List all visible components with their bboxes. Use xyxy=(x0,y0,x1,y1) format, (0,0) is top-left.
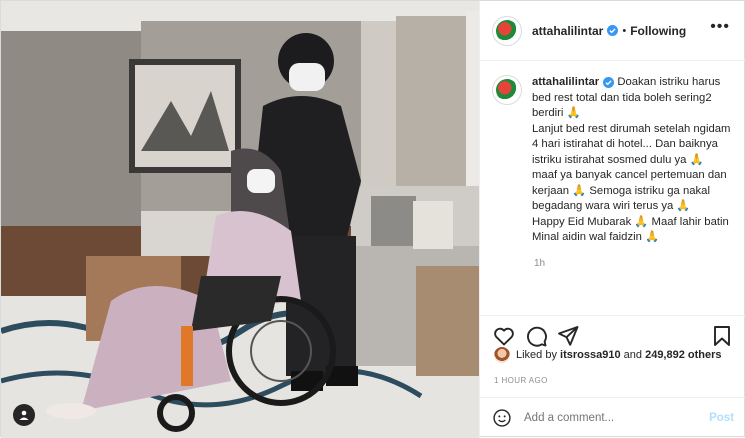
share-send-icon[interactable] xyxy=(556,324,580,348)
caption-line-3: maaf ya banyak cancel pertemuan dan kerj… xyxy=(532,169,727,212)
save-bookmark-icon[interactable] xyxy=(710,324,734,348)
liker-username[interactable]: itsrossa910 xyxy=(560,349,621,361)
caption-avatar[interactable] xyxy=(492,75,522,105)
comments-section: attahalilintar Doakan istriku harus bed … xyxy=(480,61,745,311)
comment-bubble-icon[interactable] xyxy=(524,324,548,348)
likes-summary: Liked by itsrossa910 and 249,892 others xyxy=(494,347,736,363)
post-comment-button[interactable]: Post xyxy=(709,412,734,424)
following-button[interactable]: Following xyxy=(630,24,686,38)
post-timestamp[interactable]: 1 HOUR AGO xyxy=(494,376,548,385)
header-separator: • xyxy=(622,24,627,37)
caption-row: attahalilintar Doakan istriku harus bed … xyxy=(492,75,734,246)
caption-line-4: Happy Eid Mubarak 🙏 Maaf lahir batin Min… xyxy=(532,215,729,244)
like-heart-icon[interactable] xyxy=(492,324,516,348)
user-icon xyxy=(19,410,29,420)
caption-line-2: Lanjut bed rest dirumah setelah ngidam 4… xyxy=(532,122,731,166)
caption-timestamp[interactable]: 1h xyxy=(534,258,734,269)
likes-count-link[interactable]: 249,892 others xyxy=(645,349,721,361)
emoji-smiley-icon[interactable] xyxy=(492,408,512,428)
photo-illustration xyxy=(1,1,479,438)
likes-prefix: Liked by xyxy=(516,349,557,361)
verified-badge-icon xyxy=(607,25,619,36)
caption-username[interactable]: attahalilintar xyxy=(532,76,599,88)
tagged-users-button[interactable] xyxy=(13,404,35,426)
post-header: attahalilintar • Following ••• xyxy=(480,1,745,61)
liker-avatar[interactable] xyxy=(494,347,510,363)
add-comment-bar: Post xyxy=(480,397,745,438)
likes-and: and xyxy=(623,349,643,361)
comment-input[interactable] xyxy=(522,411,710,425)
more-options-icon[interactable]: ••• xyxy=(710,19,730,35)
instagram-post: attahalilintar • Following ••• attahalil… xyxy=(0,0,745,438)
post-photo[interactable] xyxy=(1,1,479,438)
author-avatar[interactable] xyxy=(492,15,522,46)
author-username[interactable]: attahalilintar xyxy=(532,24,603,38)
verified-badge-icon xyxy=(603,76,615,88)
post-sidebar: attahalilintar • Following ••• attahalil… xyxy=(479,1,745,438)
caption-text: attahalilintar Doakan istriku harus bed … xyxy=(532,75,734,246)
